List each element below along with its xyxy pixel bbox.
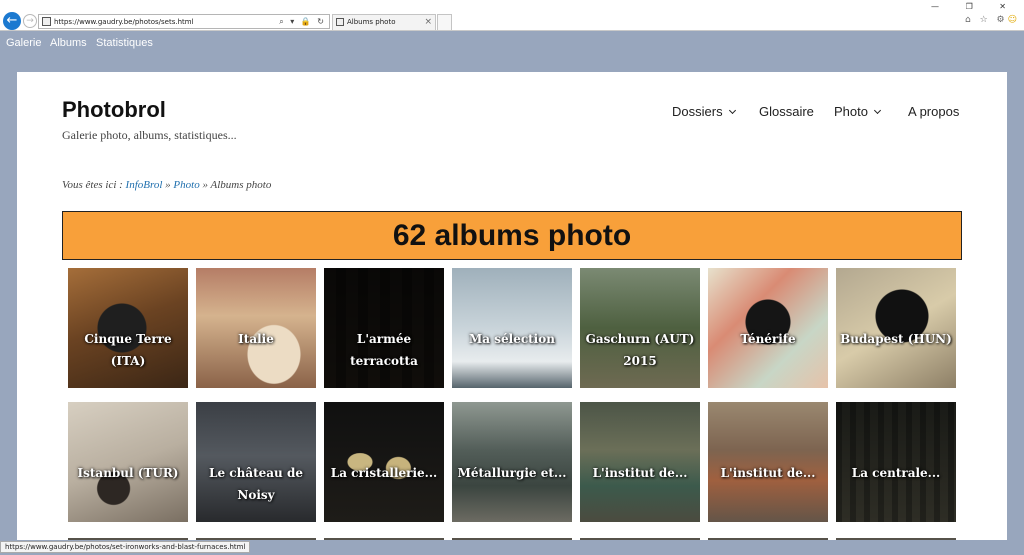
album-label: Cinque Terre (ITA) — [84, 332, 172, 368]
breadcrumb-current: Albums photo — [210, 179, 272, 191]
breadcrumb-separator: » — [202, 179, 208, 191]
site-description: Galerie photo, albums, statistiques... — [62, 128, 237, 142]
menu-item-a-propos[interactable]: A propos — [908, 104, 959, 120]
home-star-gear-icons[interactable]: ⌂ ☆ ⚙ — [965, 15, 1008, 25]
tab-title: Albums photo — [347, 18, 396, 26]
album-label: Métallurgie et... — [457, 466, 567, 480]
album-label: La cristallerie... — [330, 466, 438, 480]
address-bar[interactable]: https://www.gaudry.be/photos/sets.html ⌕… — [38, 14, 330, 29]
page-icon — [42, 17, 51, 26]
album-grid: Cinque Terre (ITA) Italie L'armée terrac… — [68, 268, 968, 540]
album-tile[interactable]: Budapest (HUN) — [836, 268, 956, 388]
browser-chrome: ← → https://www.gaudry.be/photos/sets.ht… — [0, 0, 1024, 31]
album-tile-partial[interactable] — [196, 538, 316, 540]
album-tile-partial[interactable] — [708, 538, 828, 540]
new-tab-button[interactable] — [437, 14, 452, 30]
album-label: L'institut de... — [592, 466, 688, 480]
album-tile[interactable]: Métallurgie et... — [452, 402, 572, 522]
forward-arrow-icon[interactable]: → — [23, 14, 37, 28]
main-menu: Dossiers Glossaire Photo A propos — [672, 104, 962, 122]
back-arrow-icon[interactable]: ← — [3, 12, 21, 30]
album-tile[interactable]: L'armée terracotta — [324, 268, 444, 388]
tab-page-icon — [336, 18, 344, 26]
album-label: Istanbul (TUR) — [77, 466, 179, 480]
album-label: Ténérife — [740, 332, 796, 346]
album-tile[interactable]: Italie — [196, 268, 316, 388]
album-tile-partial[interactable] — [452, 538, 572, 540]
album-label: Ma sélection — [469, 332, 555, 346]
breadcrumb-link-photo[interactable]: Photo — [173, 179, 199, 191]
tab-close-icon[interactable]: × — [424, 16, 432, 28]
album-tile-partial[interactable] — [68, 538, 188, 540]
album-label: La centrale... — [851, 466, 941, 480]
status-bar-url: https://www.gaudry.be/photos/set-ironwor… — [0, 541, 251, 553]
album-tile[interactable]: Ténérife — [708, 268, 828, 388]
albums-count-banner: 62 albums photo — [62, 211, 962, 260]
album-tile[interactable]: L'institut de... — [580, 402, 700, 522]
album-tile[interactable]: L'institut de... — [708, 402, 828, 522]
breadcrumb-link-infobrol[interactable]: InfoBrol — [126, 179, 163, 191]
topbar-item-statistiques[interactable]: Statistiques — [96, 36, 153, 50]
album-label: L'armée terracotta — [350, 332, 418, 368]
album-label: Italie — [238, 332, 274, 346]
album-label: Budapest (HUN) — [840, 332, 952, 346]
album-label: Le château de Noisy — [209, 466, 303, 502]
breadcrumb-separator: » — [165, 179, 171, 191]
breadcrumb: Vous êtes ici : InfoBrol » Photo » Album… — [62, 179, 272, 191]
album-tile[interactable]: Gaschurn (AUT) 2015 — [580, 268, 700, 388]
chevron-down-icon — [873, 106, 882, 115]
tab-albums-photo[interactable]: Albums photo × — [332, 14, 436, 30]
album-tile[interactable]: Le château de Noisy — [196, 402, 316, 522]
album-tile[interactable]: La cristallerie... — [324, 402, 444, 522]
site-title[interactable]: Photobrol — [62, 97, 166, 123]
album-label: L'institut de... — [720, 466, 816, 480]
albums-count-title: 62 albums photo — [392, 219, 632, 252]
album-tile-partial[interactable] — [836, 538, 956, 540]
address-url[interactable]: https://www.gaudry.be/photos/sets.html — [54, 16, 194, 28]
album-tile-partial[interactable] — [324, 538, 444, 540]
menu-item-photo[interactable]: Photo — [834, 104, 882, 120]
address-bar-icons[interactable]: ⌕ ▾ 🔒 ↻ — [279, 15, 326, 28]
topbar-item-galerie[interactable]: Galerie — [6, 36, 41, 50]
album-tile-partial[interactable] — [580, 538, 700, 540]
album-tile[interactable]: Ma sélection — [452, 268, 572, 388]
top-bar: Galerie Albums Statistiques — [0, 31, 1024, 55]
album-tile[interactable]: Cinque Terre (ITA) — [68, 268, 188, 388]
smiley-icon[interactable]: ☺ — [1008, 15, 1020, 25]
topbar-item-albums[interactable]: Albums — [50, 36, 87, 50]
menu-item-glossaire[interactable]: Glossaire — [759, 104, 814, 120]
toolbar-icons[interactable]: ⌂ ☆ ⚙☺ — [965, 15, 1020, 26]
page-content: Photobrol Galerie photo, albums, statist… — [17, 72, 1007, 540]
album-label: Gaschurn (AUT) 2015 — [585, 332, 695, 368]
menu-item-dossiers[interactable]: Dossiers — [672, 104, 736, 120]
album-tile[interactable]: Istanbul (TUR) — [68, 402, 188, 522]
chevron-down-icon — [728, 106, 736, 115]
window-controls[interactable]: — ❐ ✕ — [931, 2, 1018, 12]
album-tile[interactable]: La centrale... — [836, 402, 956, 522]
